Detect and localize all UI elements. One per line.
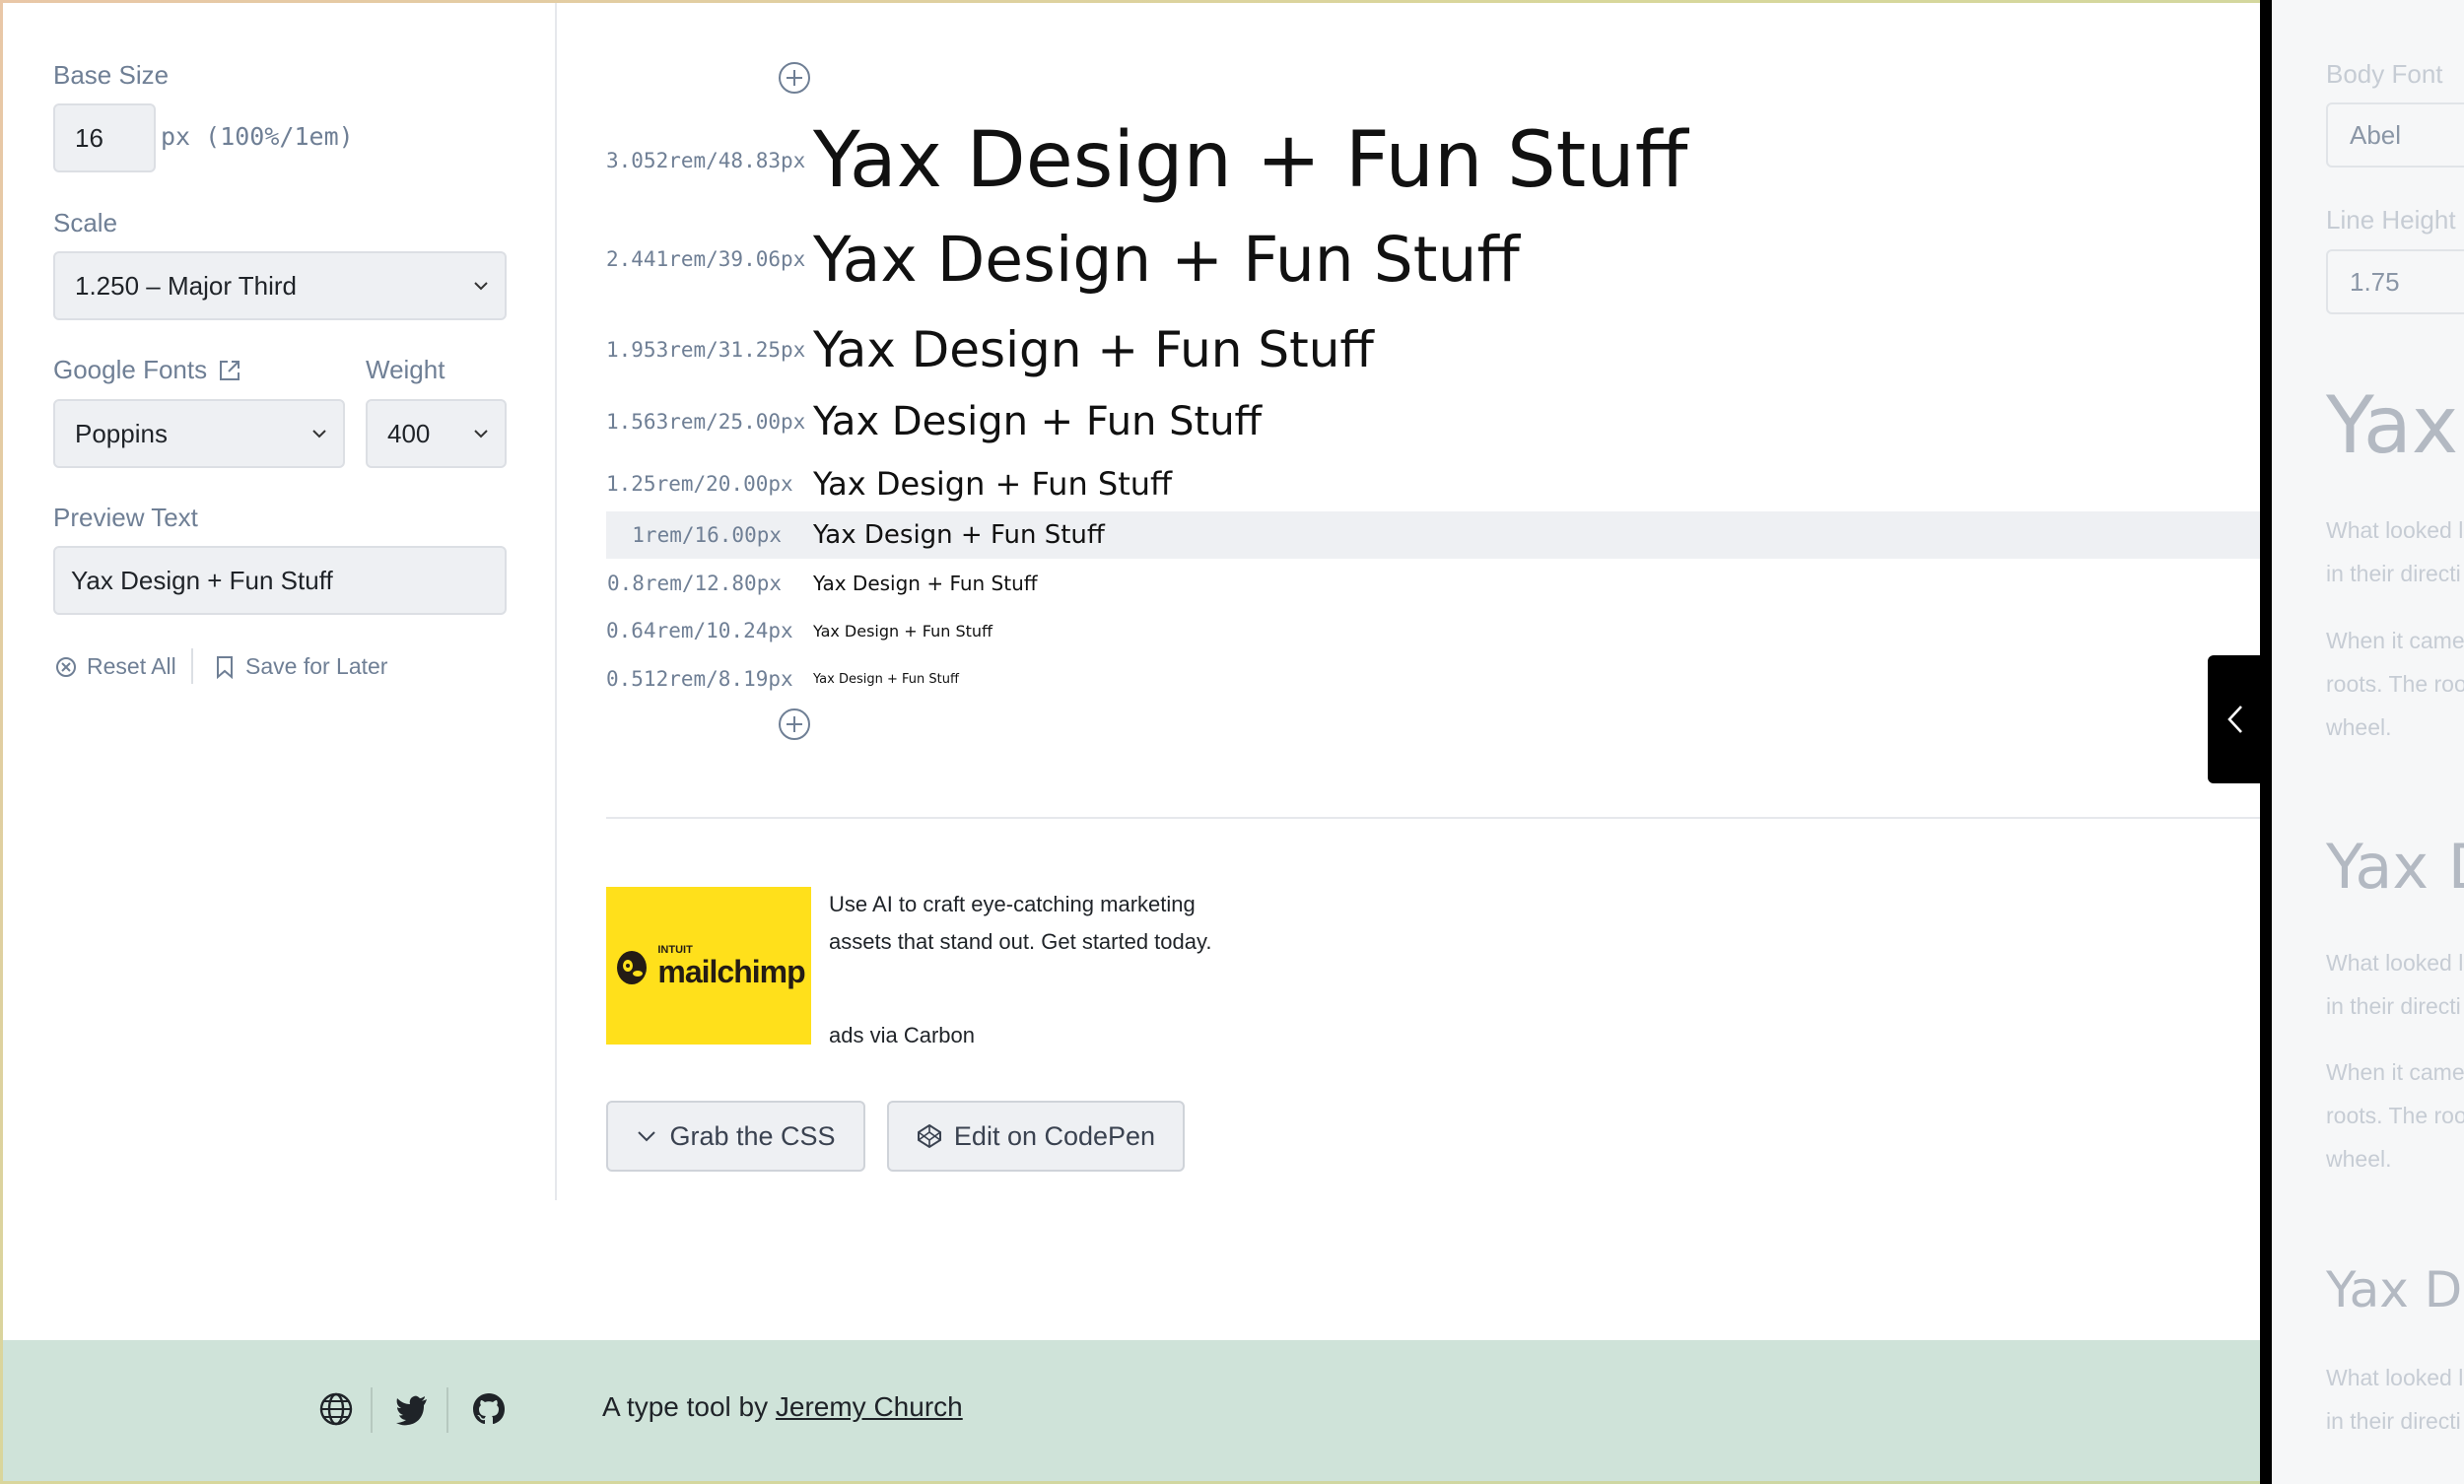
scale-row-sample: Yax Design + Fun Stuff bbox=[813, 116, 1688, 205]
divider bbox=[446, 1387, 448, 1433]
line-height-input[interactable]: 1.75 bbox=[2326, 249, 2464, 314]
preview-paragraph: What looked li in their directi bbox=[2326, 1356, 2464, 1443]
github-icon[interactable] bbox=[471, 1391, 507, 1427]
edit-on-codepen-button[interactable]: Edit on CodePen bbox=[887, 1101, 1185, 1172]
scale-row-label: 1.25rem/20.00px bbox=[606, 472, 793, 496]
divider bbox=[606, 817, 2260, 819]
scale-row-label: 3.052rem/48.83px bbox=[606, 149, 806, 172]
chevron-down-icon bbox=[638, 1131, 656, 1142]
grab-css-button[interactable]: Grab the CSS bbox=[606, 1101, 865, 1172]
scale-row-sample: Yax Design + Fun Stuff bbox=[813, 671, 959, 687]
scale-row-sample: Yax Design + Fun Stuff bbox=[813, 621, 993, 641]
add-step-up-icon[interactable] bbox=[777, 60, 812, 96]
preview-heading: Yax D bbox=[2326, 831, 2464, 903]
preview-paragraph: What looked li in their directi bbox=[2326, 941, 2464, 1028]
preview-heading: Yax bbox=[2326, 379, 2459, 471]
preview-line: When it came bbox=[2326, 628, 2464, 653]
scale-row[interactable]: 1.563rem/25.00px Yax Design + Fun Stuff bbox=[606, 397, 2260, 446]
add-step-down-icon[interactable] bbox=[777, 707, 812, 742]
scale-row-sample: Yax Design + Fun Stuff bbox=[813, 520, 1105, 550]
scale-row-sample: Yax Design + Fun Stuff bbox=[813, 572, 1038, 595]
codepen-icon bbox=[917, 1123, 941, 1149]
scale-row-label: 1.953rem/31.25px bbox=[606, 338, 806, 362]
body-font-drawer: Body Font Abel Line Height 1.75 Yax What… bbox=[2272, 0, 2464, 1484]
scale-row[interactable]: 1.953rem/31.25px Yax Design + Fun Stuff bbox=[606, 320, 2260, 379]
footer-credit: A type tool by Jeremy Church bbox=[602, 1391, 963, 1423]
ad-image[interactable]: INTUIT mailchimp bbox=[606, 887, 811, 1045]
preview-line: What looked li bbox=[2326, 517, 2464, 543]
scale-row[interactable]: 2.441rem/39.06px Yax Design + Fun Stuff bbox=[606, 223, 2260, 296]
scale-row-sample: Yax Design + Fun Stuff bbox=[813, 321, 1374, 378]
preview-line: What looked li bbox=[2326, 1365, 2464, 1390]
preview-heading: Yax De bbox=[2326, 1261, 2464, 1318]
scale-row-sample: Yax Design + Fun Stuff bbox=[813, 465, 1173, 503]
scale-row[interactable]: 0.64rem/10.24px Yax Design + Fun Stuff bbox=[606, 617, 2260, 644]
ad-text[interactable]: Use AI to craft eye-catching marketing a… bbox=[829, 886, 1223, 961]
scale-row-sample: Yax Design + Fun Stuff bbox=[813, 223, 1520, 296]
scale-row-label: 0.8rem/12.80px bbox=[606, 572, 782, 595]
ad-via-link[interactable]: ads via Carbon bbox=[829, 1023, 975, 1048]
body-font-label: Body Font bbox=[2326, 59, 2443, 89]
mailchimp-logo-icon bbox=[617, 951, 648, 984]
scale-row-label: 1rem/16.00px bbox=[632, 523, 782, 547]
preview-paragraph: When it came roots. The root wheel. bbox=[2326, 1050, 2464, 1180]
author-link[interactable]: Jeremy Church bbox=[776, 1391, 963, 1422]
divider bbox=[371, 1387, 373, 1433]
footer-prefix: A type tool by bbox=[602, 1391, 769, 1422]
line-height-label: Line Height bbox=[2326, 205, 2456, 235]
preview-line: in their directi bbox=[2326, 993, 2461, 1019]
preview-line: What looked li bbox=[2326, 950, 2464, 976]
scale-row-base[interactable]: 1rem/16.00px Yax Design + Fun Stuff bbox=[606, 511, 2260, 559]
scale-row[interactable]: 1.25rem/20.00px Yax Design + Fun Stuff bbox=[606, 462, 2260, 506]
preview-line: wheel. bbox=[2326, 1146, 2392, 1172]
scale-row-label: 1.563rem/25.00px bbox=[606, 410, 806, 434]
footer: A type tool by Jeremy Church bbox=[3, 1340, 2260, 1481]
scale-row-label: 0.64rem/10.24px bbox=[606, 619, 793, 642]
preview-paragraph: What looked li in their directi bbox=[2326, 508, 2464, 595]
line-height-value: 1.75 bbox=[2350, 266, 2400, 297]
preview-line: in their directi bbox=[2326, 561, 2461, 586]
globe-icon[interactable] bbox=[318, 1391, 354, 1427]
chevron-left-icon bbox=[2227, 706, 2242, 733]
twitter-icon[interactable] bbox=[394, 1391, 430, 1427]
drawer-toggle-button[interactable] bbox=[2208, 655, 2263, 783]
body-font-value: Abel bbox=[2350, 119, 2402, 150]
scale-row[interactable]: 0.8rem/12.80px Yax Design + Fun Stuff bbox=[606, 569, 2260, 598]
grab-css-label: Grab the CSS bbox=[669, 1120, 836, 1151]
scale-row[interactable]: 0.512rem/8.19px Yax Design + Fun Stuff bbox=[606, 665, 2260, 693]
codepen-label: Edit on CodePen bbox=[953, 1120, 1156, 1151]
body-font-select[interactable]: Abel bbox=[2326, 102, 2464, 168]
preview-line: roots. The root bbox=[2326, 1103, 2464, 1128]
scale-row[interactable]: 3.052rem/48.83px Yax Design + Fun Stuff bbox=[606, 116, 2260, 205]
app-window: Base Size 16 px (100%/1em) Scale 1.250 –… bbox=[3, 3, 2461, 1481]
scale-row-label: 2.441rem/39.06px bbox=[606, 247, 806, 271]
preview-line: in their directi bbox=[2326, 1408, 2461, 1434]
type-scale-panel: 3.052rem/48.83px Yax Design + Fun Stuff … bbox=[3, 3, 2260, 1343]
scale-row-sample: Yax Design + Fun Stuff bbox=[813, 399, 1263, 444]
ad-logo-big: mailchimp bbox=[657, 953, 805, 989]
preview-line: roots. The root bbox=[2326, 671, 2464, 697]
preview-line: When it came bbox=[2326, 1059, 2464, 1085]
preview-line: wheel. bbox=[2326, 714, 2392, 740]
scale-row-label: 0.512rem/8.19px bbox=[606, 667, 793, 691]
ad-logo-text: INTUIT mailchimp bbox=[657, 944, 805, 989]
preview-paragraph: When it came roots. The root wheel. bbox=[2326, 619, 2464, 749]
